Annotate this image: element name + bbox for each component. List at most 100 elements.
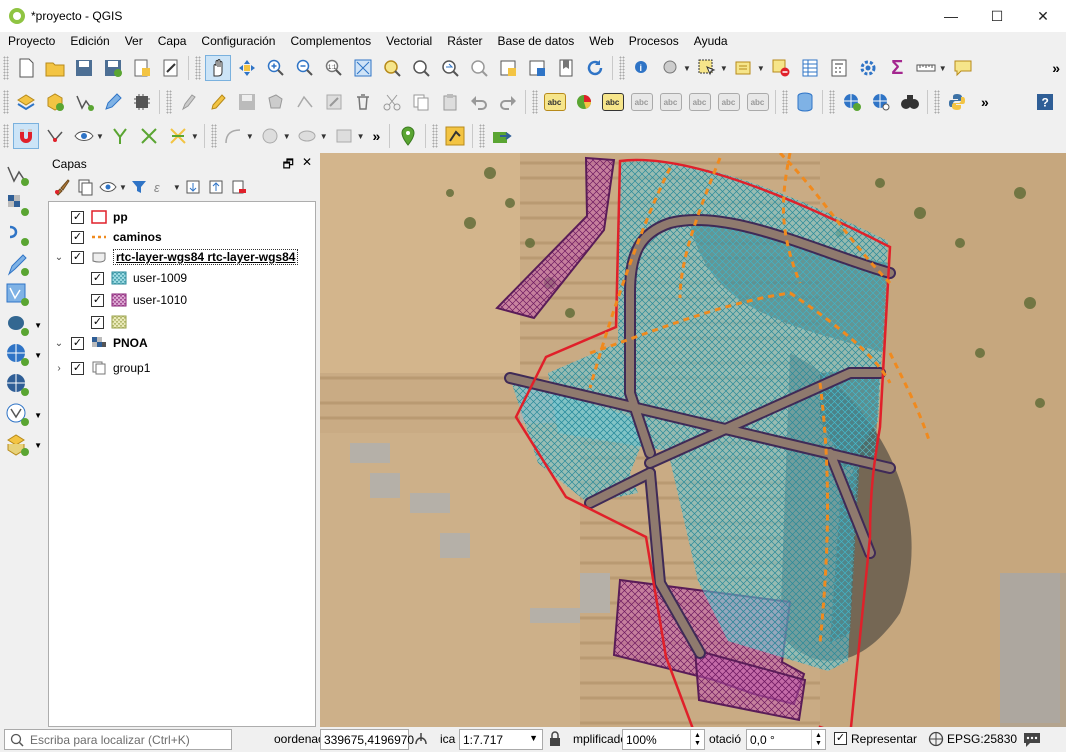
manage-visibility-button[interactable] [98, 177, 118, 197]
add-feature-button[interactable] [100, 89, 126, 115]
lock-scale-icon[interactable] [548, 731, 562, 750]
menu-raster[interactable]: Ráster [439, 34, 489, 48]
pin-labels-button[interactable]: abc [629, 89, 655, 115]
menu-capa[interactable]: Capa [150, 34, 194, 48]
statistical-summary-button[interactable]: Σ [884, 55, 910, 81]
chevron-down-icon[interactable]: ▼ [34, 441, 42, 450]
layer-checkbox[interactable]: ✓ [91, 271, 104, 285]
toolbar-handle[interactable] [3, 56, 9, 80]
snap-vertex-button[interactable] [107, 123, 133, 149]
chevron-down-icon[interactable]: ▼ [96, 132, 104, 141]
snapping-button[interactable] [12, 123, 39, 149]
new-bookmark-button[interactable] [553, 55, 579, 81]
chevron-down-icon[interactable]: ▼ [34, 411, 42, 420]
cut-features-button[interactable] [379, 89, 405, 115]
layer-checkbox[interactable]: ✓ [71, 336, 84, 350]
toolbar-handle[interactable] [829, 90, 835, 114]
chevron-down-icon[interactable]: ▼ [34, 321, 42, 330]
toolbar-overflow-button-3[interactable]: » [373, 128, 381, 144]
save-project-button[interactable] [71, 55, 97, 81]
multi-edit-button[interactable] [321, 89, 347, 115]
close-panel-button[interactable]: ✕ [302, 155, 312, 176]
new-map-view-button[interactable] [495, 55, 521, 81]
layer-labeling-button[interactable]: abc [542, 89, 568, 115]
close-button[interactable]: ✕ [1020, 0, 1066, 32]
rotation-spinbox[interactable]: 0,0 ° ▲ ▼ [746, 729, 826, 750]
menu-vectorial[interactable]: Vectorial [378, 34, 439, 48]
snap-intersection-button[interactable] [165, 123, 191, 149]
zoom-next-button[interactable] [466, 55, 492, 81]
expand-all-button[interactable] [183, 177, 203, 197]
select-by-value-button[interactable] [731, 55, 757, 81]
add-vector-layer-button[interactable] [4, 161, 32, 189]
chevron-down-icon[interactable]: ▼ [119, 183, 127, 192]
layer-checkbox[interactable]: ✓ [91, 293, 104, 307]
zoom-last-button[interactable] [437, 55, 463, 81]
crs-globe-icon[interactable] [928, 731, 944, 750]
menu-base-de-datos[interactable]: Base de datos [490, 34, 582, 48]
add-mesh-layer-button[interactable] [4, 221, 32, 249]
toolbar-handle[interactable] [782, 90, 788, 114]
layer-row-user-1009[interactable]: ✓ user-1009 [73, 268, 187, 288]
zoom-to-selection-button[interactable] [379, 55, 405, 81]
add-wcs-button[interactable] [4, 371, 32, 399]
render-checkbox[interactable]: ✓ [834, 732, 847, 745]
add-postgis-button[interactable]: ▼ [4, 311, 42, 339]
pan-to-selection-button[interactable] [234, 55, 260, 81]
chevron-right-icon[interactable]: › [53, 363, 65, 374]
virtual-layer-button[interactable] [129, 89, 155, 115]
add-spatialite-button[interactable] [4, 281, 32, 309]
help-button[interactable]: ? [1032, 89, 1058, 115]
refresh-button[interactable] [582, 55, 608, 81]
toolbar-handle[interactable] [166, 90, 172, 114]
chevron-down-icon[interactable]: ▼ [34, 351, 42, 360]
copy-features-button[interactable] [408, 89, 434, 115]
menu-complementos[interactable]: Complementos [282, 34, 378, 48]
plugin-tool-button[interactable] [442, 123, 468, 149]
snap-segment-button[interactable] [136, 123, 162, 149]
map-canvas[interactable] [320, 153, 1066, 727]
snapping-mode-button[interactable] [71, 123, 97, 149]
plugin-button[interactable] [897, 89, 923, 115]
layer-row-pp[interactable]: ✓ pp [53, 207, 128, 227]
zoom-out-button[interactable] [292, 55, 318, 81]
toolbar-handle[interactable] [3, 90, 9, 114]
move-label-button[interactable]: abc [687, 89, 713, 115]
spin-buttons[interactable]: ▲ ▼ [811, 730, 825, 749]
chevron-down-icon[interactable]: ⌄ [53, 338, 65, 349]
zoom-to-layer-button[interactable] [408, 55, 434, 81]
vertex-tool-button[interactable] [292, 89, 318, 115]
show-hide-labels-button[interactable]: abc [658, 89, 684, 115]
layer-row-unnamed[interactable]: ✓ [73, 312, 133, 332]
layer-checkbox[interactable]: ✓ [71, 210, 84, 224]
toolbar-handle[interactable] [195, 56, 201, 80]
chevron-down-icon[interactable]: ▼ [173, 183, 181, 192]
menu-ver[interactable]: Ver [117, 34, 150, 48]
spin-buttons[interactable]: ▲ ▼ [690, 730, 704, 749]
chevron-down-icon[interactable]: ▼ [246, 132, 254, 141]
digitize-button[interactable] [71, 89, 97, 115]
layer-row-caminos[interactable]: ✓ caminos [53, 227, 162, 247]
style-layer-button[interactable] [52, 177, 72, 197]
toolbar-handle[interactable] [934, 90, 940, 114]
deselect-all-button[interactable] [768, 55, 794, 81]
toolbar-handle[interactable] [3, 124, 9, 148]
coordinate-field[interactable]: 339675,4196970 [320, 729, 414, 750]
collapse-all-button[interactable] [206, 177, 226, 197]
open-project-button[interactable] [42, 55, 68, 81]
toggle-editing-button[interactable] [205, 89, 231, 115]
menu-procesos[interactable]: Procesos [621, 34, 686, 48]
identify-features-button[interactable]: i [629, 55, 655, 81]
menu-web[interactable]: Web [581, 34, 620, 48]
toolbar-handle[interactable] [532, 90, 538, 114]
highlight-pinned-labels-button[interactable]: abc [600, 89, 626, 115]
layer-row-pnoa[interactable]: ⌄ ✓ PNOA [53, 333, 148, 353]
menu-proyecto[interactable]: Proyecto [0, 34, 62, 48]
toolbar-handle[interactable] [432, 124, 439, 148]
toolbar-overflow-button[interactable]: » [1052, 60, 1060, 76]
data-source-manager-button[interactable] [13, 89, 39, 115]
filter-legend-button[interactable] [129, 177, 149, 197]
add-ellipse-button[interactable] [294, 123, 320, 149]
export-button[interactable] [489, 123, 515, 149]
locator-search[interactable]: Escriba para localizar (Ctrl+K) [4, 729, 232, 750]
